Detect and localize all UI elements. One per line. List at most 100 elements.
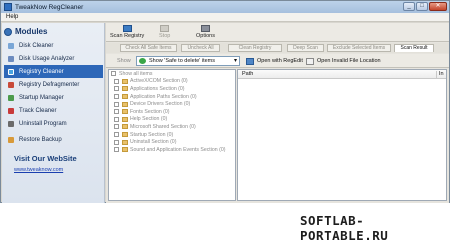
tree-item-checkbox[interactable] xyxy=(114,139,119,145)
tree-item[interactable]: Application Paths Section (0) xyxy=(109,93,235,101)
column-second[interactable]: In xyxy=(436,71,444,79)
results-header: Path In xyxy=(238,70,446,79)
tree-item-label: Fonts Section (0) xyxy=(130,108,170,115)
scan-registry-button[interactable]: Scan Registry xyxy=(110,25,144,41)
website-link[interactable]: www.tweaknow.com xyxy=(14,167,63,173)
check-all-safe-button[interactable]: Check All Safe Items xyxy=(120,44,177,52)
sidebar-item-disk-cleaner[interactable]: Disk Cleaner xyxy=(4,39,103,52)
sidebar-item-label: Registry Cleaner xyxy=(19,68,64,75)
column-path[interactable]: Path xyxy=(242,71,253,77)
scan-icon xyxy=(122,25,132,32)
sidebar-item-label: Registry Defragmenter xyxy=(19,81,80,88)
tree-item-label: Application Paths Section (0) xyxy=(130,93,197,100)
tree-item-checkbox[interactable] xyxy=(114,124,119,130)
sidebar-item-registry-cleaner[interactable]: Registry Cleaner xyxy=(4,65,103,78)
tree-item-label: Microsoft Shared Section (0) xyxy=(130,123,196,130)
tree-item-checkbox[interactable] xyxy=(114,116,119,122)
sidebar-item-label: Disk Cleaner xyxy=(19,42,54,49)
sidebar-item-label: Uninstall Program xyxy=(19,120,67,127)
folder-icon xyxy=(122,94,128,100)
results-list[interactable]: Path In xyxy=(237,69,447,201)
app-window: TweakNow RegCleaner _ □ ✕ Help Modules D… xyxy=(0,0,450,203)
app-icon xyxy=(4,3,12,11)
tab-scan-result[interactable]: Scan Result xyxy=(394,44,434,52)
tree-item[interactable]: Microsoft Shared Section (0) xyxy=(109,123,235,131)
folder-icon xyxy=(122,78,128,84)
filter-bar: Show Show 'Safe to delete' items ▾ Open … xyxy=(106,54,449,68)
tree-item-label: Uninstall Section (0) xyxy=(130,139,177,146)
menu-help[interactable]: Help xyxy=(6,14,18,20)
uncheck-all-button[interactable]: Uncheck All xyxy=(181,44,220,52)
tree-item-checkbox[interactable] xyxy=(114,109,119,115)
sidebar-item-track-cleaner[interactable]: Track Cleaner xyxy=(4,104,103,117)
options-label: Options xyxy=(196,33,215,39)
tree-item[interactable]: Fonts Section (0) xyxy=(109,108,235,116)
main-toolbar: Scan Registry Stop Options xyxy=(106,23,449,42)
tree-item-label: Applications Section (0) xyxy=(130,85,185,92)
show-filter-select[interactable]: Show 'Safe to delete' items ▾ xyxy=(136,56,240,66)
tree-item[interactable]: Sound and Application Events Section (0) xyxy=(109,146,235,154)
main-panel: Scan Registry Stop Options Check All Saf… xyxy=(106,23,449,203)
module-list: Disk Cleaner Disk Usage Analyzer Registr… xyxy=(4,39,103,146)
startup-manager-icon xyxy=(8,94,14,101)
sidebar-item-restore-backup[interactable]: Restore Backup xyxy=(4,133,103,146)
tree-item-label: ActiveX/COM Section (0) xyxy=(130,78,188,85)
sidebar-item-disk-usage-analyzer[interactable]: Disk Usage Analyzer xyxy=(4,52,103,65)
open-invalid-file-button[interactable]: Open Invalid File Location xyxy=(306,57,381,66)
open-invalid-file-label: Open Invalid File Location xyxy=(317,58,381,64)
regedit-icon xyxy=(246,58,254,65)
tree-root-checkbox[interactable] xyxy=(111,71,116,77)
close-button[interactable]: ✕ xyxy=(429,2,447,11)
modules-icon xyxy=(4,27,12,36)
tree-item-checkbox[interactable] xyxy=(114,94,119,100)
options-icon xyxy=(200,25,210,32)
tree-item-checkbox[interactable] xyxy=(114,86,119,92)
stop-button[interactable]: Stop xyxy=(159,25,170,41)
window-controls: _ □ ✕ xyxy=(403,2,447,11)
tree-item-checkbox[interactable] xyxy=(114,78,119,84)
tree-item[interactable]: ActiveX/COM Section (0) xyxy=(109,78,235,86)
tree-root-label: Show all items xyxy=(119,70,153,77)
open-with-regedit-button[interactable]: Open with RegEdit xyxy=(246,57,303,66)
tree-list: Show all items ActiveX/COM Section (0) A… xyxy=(109,70,235,154)
maximize-button[interactable]: □ xyxy=(416,2,428,11)
open-with-regedit-label: Open with RegEdit xyxy=(257,58,303,64)
tree-item[interactable]: Uninstall Section (0) xyxy=(109,138,235,146)
tree-item-label: Device Drivers Section (0) xyxy=(130,101,191,108)
tree-item[interactable]: Help Section (0) xyxy=(109,116,235,124)
clean-registry-button[interactable]: Clean Registry xyxy=(228,44,282,52)
sidebar-item-label: Disk Usage Analyzer xyxy=(19,55,75,62)
menu-bar: Help xyxy=(1,13,449,22)
tree-item-checkbox[interactable] xyxy=(114,132,119,138)
deep-scan-button[interactable]: Deep Scan xyxy=(287,44,324,52)
tree-item[interactable]: Device Drivers Section (0) xyxy=(109,100,235,108)
tree-item[interactable]: Startup Section (0) xyxy=(109,131,235,139)
tree-item-label: Sound and Application Events Section (0) xyxy=(130,146,226,153)
folder-icon xyxy=(122,132,128,138)
tree-item-checkbox[interactable] xyxy=(114,147,119,153)
track-cleaner-icon xyxy=(8,107,14,114)
sidebar-item-label: Track Cleaner xyxy=(19,107,57,114)
sidebar-item-label: Startup Manager xyxy=(19,94,64,101)
exclude-selected-button[interactable]: Exclude Selected Items xyxy=(327,44,391,52)
chevron-down-icon: ▾ xyxy=(233,58,237,64)
tree-root[interactable]: Show all items xyxy=(109,70,235,78)
sidebar-item-registry-defragmenter[interactable]: Registry Defragmenter xyxy=(4,78,103,91)
modules-header[interactable]: Modules xyxy=(4,26,103,37)
tree-item[interactable]: Applications Section (0) xyxy=(109,85,235,93)
sidebar-item-startup-manager[interactable]: Startup Manager xyxy=(4,91,103,104)
tree-item-label: Startup Section (0) xyxy=(130,131,174,138)
disk-usage-icon xyxy=(8,55,14,62)
watermark: SOFTLAB-PORTABLE.RU xyxy=(300,213,389,243)
options-button[interactable]: Options xyxy=(196,25,215,41)
sidebar-item-uninstall-program[interactable]: Uninstall Program xyxy=(4,117,103,130)
restore-backup-icon xyxy=(8,136,14,143)
registry-cleaner-icon xyxy=(8,68,14,75)
show-filter-value: Show 'Safe to delete' items xyxy=(149,58,215,64)
minimize-button[interactable]: _ xyxy=(403,2,415,11)
section-tree: Show all items ActiveX/COM Section (0) A… xyxy=(108,69,236,201)
tree-item-checkbox[interactable] xyxy=(114,101,119,107)
title-bar[interactable]: TweakNow RegCleaner _ □ ✕ xyxy=(1,1,449,13)
uninstall-icon xyxy=(8,120,14,127)
show-label: Show xyxy=(117,58,131,64)
